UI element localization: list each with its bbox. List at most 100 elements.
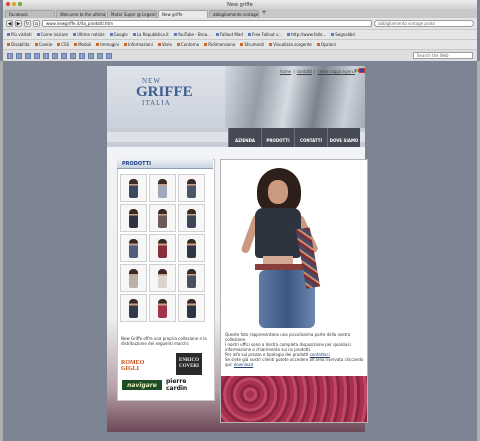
flag-italy-icon[interactable] bbox=[355, 69, 359, 72]
knitwear-photo bbox=[221, 376, 367, 422]
product-thumbnail[interactable] bbox=[120, 174, 147, 202]
brand-pierre-cardin[interactable]: pierre cardin bbox=[166, 378, 204, 392]
menu-prodotti[interactable]: PRODOTTI bbox=[261, 128, 294, 147]
bookmark-icon bbox=[132, 33, 136, 36]
product-thumbnail[interactable] bbox=[149, 234, 176, 262]
addon-icon[interactable] bbox=[25, 52, 31, 59]
toolbar-item[interactable]: Disabilita bbox=[7, 42, 30, 47]
addon-icon[interactable] bbox=[88, 52, 94, 59]
toolbar-item[interactable]: Moduli bbox=[74, 42, 91, 47]
product-thumbnail[interactable] bbox=[178, 204, 205, 232]
bookmark-item[interactable]: YouTube - Broa... bbox=[173, 32, 211, 37]
product-thumbnail[interactable] bbox=[178, 294, 205, 322]
toolbar-item[interactable]: Strumenti bbox=[240, 42, 264, 47]
toolbar-icon bbox=[240, 43, 244, 46]
menu-contatti[interactable]: CONTATTI bbox=[294, 128, 327, 147]
brand-romeo-gigli[interactable]: ROMEO GIGLI bbox=[121, 360, 163, 372]
addon-icon[interactable] bbox=[34, 52, 40, 59]
search-field[interactable]: abbigliamento vintage prato bbox=[374, 20, 474, 27]
bookmark-item[interactable]: Più visitati bbox=[7, 32, 32, 37]
bookmark-item[interactable]: Google bbox=[109, 32, 128, 37]
browser-window: New griffe Facebook Welcome to the ultim… bbox=[3, 0, 477, 61]
flag-uk-icon[interactable] bbox=[359, 68, 365, 73]
url-field[interactable]: www.newgriffe.it/ita_prodotti.htm bbox=[42, 20, 372, 27]
site-logo[interactable]: NEW GRIFFE ITALIA bbox=[136, 78, 193, 107]
bookmark-item[interactable]: La Repubblica.it bbox=[132, 32, 169, 37]
toolbar-item[interactable]: Ridimensiona bbox=[204, 42, 235, 47]
product-thumbnail[interactable] bbox=[178, 264, 205, 292]
product-thumbnail[interactable] bbox=[149, 174, 176, 202]
toolbar-item[interactable]: CSS bbox=[57, 42, 69, 47]
toolbar-icon bbox=[176, 43, 180, 46]
toolbar-item[interactable]: Immagini bbox=[96, 42, 119, 47]
logo-bottom-text: ITALIA bbox=[142, 99, 171, 107]
addon-icon[interactable] bbox=[97, 52, 103, 59]
bookmark-icon bbox=[109, 33, 113, 36]
model-vest bbox=[255, 208, 301, 258]
forward-icon[interactable]: ▶ bbox=[15, 20, 22, 27]
addon-icon[interactable] bbox=[7, 52, 13, 59]
link-come-raggiungerci[interactable]: come raggiungerci bbox=[318, 69, 356, 74]
addon-icon[interactable] bbox=[16, 52, 22, 59]
product-thumbnail[interactable] bbox=[120, 294, 147, 322]
menu-azienda[interactable]: AZIENDA bbox=[228, 128, 261, 147]
tab-vintage[interactable]: abbigliamento vintage prato bbox=[209, 10, 259, 18]
product-thumbnail[interactable] bbox=[178, 234, 205, 262]
addon-icon[interactable] bbox=[61, 52, 67, 59]
toolbar-icon bbox=[124, 43, 128, 46]
home-icon[interactable]: ⌂ bbox=[33, 20, 40, 27]
hero-photo-box: Queste foto rappresentano una piccolissi… bbox=[220, 159, 368, 423]
bookmark-item[interactable]: Free Fallout v... bbox=[247, 32, 282, 37]
addon-icon[interactable] bbox=[79, 52, 85, 59]
addon-icon[interactable] bbox=[43, 52, 49, 59]
brand-enrico-coveri[interactable]: ENRICO COVERI bbox=[176, 353, 202, 375]
bookmark-item[interactable]: Come iniziare bbox=[36, 32, 68, 37]
addon-icon[interactable] bbox=[106, 52, 112, 59]
download-link[interactable]: download bbox=[234, 362, 253, 367]
bookmark-item[interactable]: http://www.fallo... bbox=[286, 32, 326, 37]
product-thumbnail[interactable] bbox=[120, 204, 147, 232]
product-thumbnail[interactable] bbox=[120, 234, 147, 262]
hero-text-1: Queste foto rappresentano una piccolissi… bbox=[225, 332, 351, 342]
bookmark-icon bbox=[72, 33, 76, 36]
toolbar-item[interactable]: Informazioni bbox=[124, 42, 153, 47]
link-contatti[interactable]: contatti bbox=[297, 69, 312, 74]
toolbar-search-field[interactable]: Search the Web bbox=[413, 52, 473, 59]
tab-strip: Facebook Welcome to the ultimate designe… bbox=[3, 9, 477, 18]
product-thumbnail[interactable] bbox=[149, 264, 176, 292]
title-bar: New griffe bbox=[3, 0, 477, 9]
toolbar-item[interactable]: Cookie bbox=[34, 42, 52, 47]
addon-icon[interactable] bbox=[70, 52, 76, 59]
brand-navigare[interactable]: navigare bbox=[122, 380, 162, 390]
hero-caption: Queste foto rappresentano una piccolissi… bbox=[225, 332, 365, 367]
toolbar-item[interactable]: Opzioni bbox=[316, 42, 336, 47]
toolbar-item[interactable]: Visualizza sorgente bbox=[269, 42, 312, 47]
toolbar-item[interactable]: Varie bbox=[157, 42, 172, 47]
toolbar-icon bbox=[204, 43, 208, 46]
product-thumbnail[interactable] bbox=[149, 204, 176, 232]
back-icon[interactable]: ◀ bbox=[6, 20, 13, 27]
addon-icon[interactable] bbox=[52, 52, 58, 59]
link-home[interactable]: home bbox=[280, 69, 291, 74]
new-tab-icon[interactable]: + bbox=[260, 9, 268, 18]
developer-toolbar: Disabilita Cookie CSS Moduli Immagini In… bbox=[3, 39, 477, 49]
tab-facebook[interactable]: Facebook bbox=[5, 10, 55, 18]
bookmark-item[interactable]: Ultime notizie bbox=[72, 32, 105, 37]
site-header: NEW GRIFFE ITALIA home | contatti | come r… bbox=[107, 66, 365, 128]
toolbar-item[interactable]: Contorno bbox=[176, 42, 199, 47]
bookmark-icon bbox=[216, 33, 219, 36]
product-thumbnail[interactable] bbox=[149, 294, 176, 322]
tab-new-griffe[interactable]: New griffe bbox=[158, 10, 208, 18]
toolbar-icon bbox=[57, 43, 61, 46]
tab-designer[interactable]: Welcome to the ultimate designe... bbox=[56, 10, 106, 18]
tab-motor[interactable]: Motor Super @ Legends of Betr... bbox=[107, 10, 157, 18]
bookmark-icon bbox=[7, 33, 10, 36]
reload-icon[interactable]: ↻ bbox=[24, 20, 31, 27]
language-flags bbox=[355, 68, 365, 73]
product-thumbnail[interactable] bbox=[178, 174, 205, 202]
toolbar-icon bbox=[316, 43, 320, 46]
bookmark-item[interactable]: Segnalibri bbox=[331, 32, 355, 37]
menu-dove-siamo[interactable]: DOVE SIAMO bbox=[327, 128, 360, 147]
bookmark-item[interactable]: Fallout Mod bbox=[216, 32, 243, 37]
product-thumbnail[interactable] bbox=[120, 264, 147, 292]
